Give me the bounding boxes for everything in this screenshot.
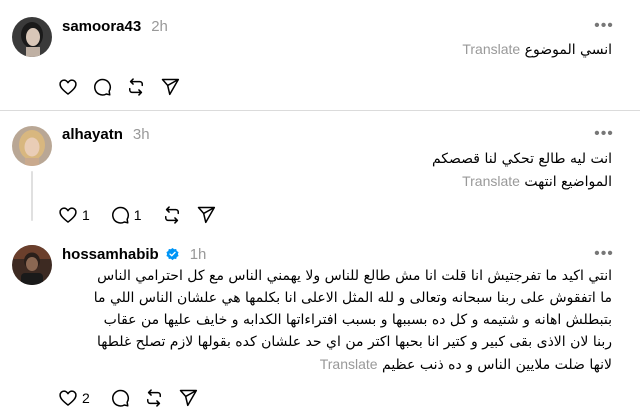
post-alhayatn: alhayatn 3h ••• انت ليه طالع تحكي لنا قص… (0, 111, 640, 237)
reply-count: 1 (133, 207, 142, 223)
more-icon[interactable]: ••• (592, 244, 616, 264)
translate-link[interactable]: Translate (462, 173, 520, 189)
username[interactable]: samoora43 (62, 18, 141, 35)
action-bar (58, 72, 194, 102)
share-button[interactable] (178, 383, 198, 413)
thread-line (31, 171, 33, 221)
username[interactable]: alhayatn (62, 126, 123, 143)
action-bar: 1 1 (58, 200, 230, 230)
like-button[interactable]: 2 (58, 383, 96, 413)
timestamp[interactable]: 2h (151, 18, 168, 35)
send-icon (197, 206, 215, 224)
comment-icon (111, 389, 129, 407)
comment-icon (111, 206, 129, 224)
repost-button[interactable] (162, 200, 182, 230)
avatar[interactable] (12, 17, 52, 57)
share-button[interactable] (160, 72, 180, 102)
username[interactable]: hossamhabib (62, 246, 159, 263)
more-icon[interactable]: ••• (592, 124, 616, 144)
heart-icon (59, 207, 77, 223)
heart-icon (59, 390, 77, 406)
send-icon (161, 78, 180, 96)
repost-icon (129, 78, 143, 96)
post-header: hossamhabib 1h (62, 244, 206, 264)
translate-link[interactable]: Translate (462, 41, 520, 57)
post-samoora43: samoora43 2h ••• انسي الموضوع Translate (0, 0, 640, 110)
more-icon[interactable]: ••• (592, 16, 616, 36)
repost-button[interactable] (126, 72, 146, 102)
timestamp[interactable]: 3h (133, 126, 150, 143)
reply-button[interactable]: 1 (110, 200, 148, 230)
post-header: samoora43 2h (62, 16, 168, 36)
avatar[interactable] (12, 126, 52, 166)
comment-icon (94, 78, 112, 96)
like-count: 1 (82, 207, 90, 223)
translate-link[interactable]: Translate (320, 356, 378, 372)
post-text: انسي الموضوع Translate (462, 41, 612, 58)
verified-badge-icon (165, 247, 180, 262)
share-button[interactable] (196, 200, 216, 230)
send-icon (179, 389, 197, 407)
like-count: 2 (82, 390, 90, 406)
reply-button[interactable] (92, 72, 112, 102)
timestamp[interactable]: 1h (190, 246, 207, 263)
like-button[interactable]: 1 (58, 200, 96, 230)
post-text: انت ليه طالع تحكي لنا قصصكم المواضيع انت… (431, 151, 612, 190)
post-header: alhayatn 3h (62, 124, 150, 144)
post-text: انتي اكيد ما تفرجتيش انا قلت انا مش طالع… (93, 268, 612, 373)
action-bar: 2 (58, 383, 212, 413)
avatar[interactable] (12, 245, 52, 285)
repost-button[interactable] (144, 383, 164, 413)
heart-icon (59, 79, 77, 95)
repost-icon (164, 206, 179, 224)
repost-icon (146, 389, 161, 407)
post-hossamhabib: hossamhabib 1h ••• انتي اكيد ما تفرجتيش … (0, 237, 640, 417)
like-button[interactable] (58, 72, 78, 102)
reply-button[interactable] (110, 383, 130, 413)
